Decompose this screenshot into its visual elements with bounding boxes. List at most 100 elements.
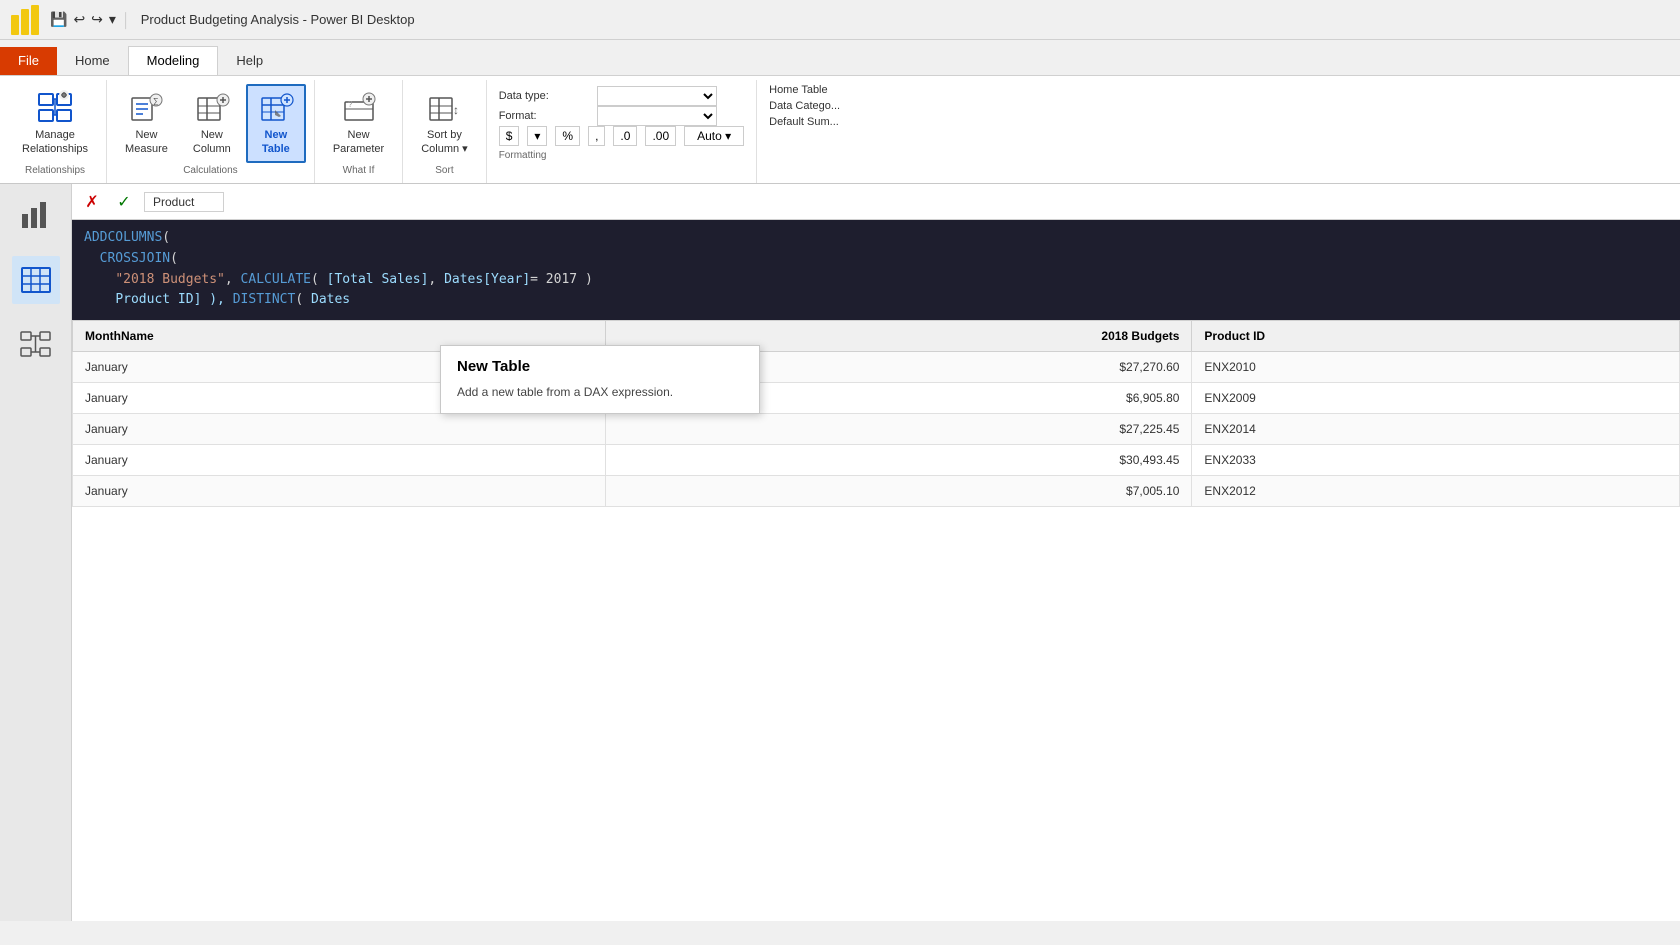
redo-icon[interactable]: ↪	[91, 11, 103, 28]
tooltip-body: Add a new table from a DAX expression.	[457, 383, 743, 401]
new-table-button[interactable]: NewTable	[246, 84, 306, 163]
decimal-decrease-button[interactable]: .00	[645, 126, 676, 146]
formula-bar: ✗ ✓ Product	[72, 184, 1680, 220]
dax-addcolumns: ADDCOLUMNS	[84, 230, 162, 245]
new-table-tooltip: New Table Add a new table from a DAX exp…	[440, 345, 760, 414]
default-sum-label: Default Sum...	[769, 116, 840, 128]
cell-budget-4: $30,493.45	[606, 445, 1192, 476]
data-table-area: MonthName 2018 Budgets Product ID Januar…	[72, 320, 1680, 921]
new-measure-icon: ∑	[128, 90, 164, 126]
sort-group-label: Sort	[435, 163, 453, 180]
dax-line-4: Product ID] ), DISTINCT( Dates	[84, 290, 1668, 311]
confirm-button[interactable]: ✓	[112, 190, 136, 214]
whatif-buttons: ? NewParameter	[323, 84, 394, 163]
new-measure-button[interactable]: ∑ NewMeasure	[115, 84, 178, 163]
divider: │	[122, 12, 131, 28]
dax-line-3: "2018 Budgets", CALCULATE( [Total Sales]…	[84, 270, 1668, 291]
ribbon-right-section: Home Table Data Catego... Default Sum...	[757, 80, 852, 183]
new-column-icon	[194, 90, 230, 126]
relationships-buttons: ManageRelationships	[12, 84, 98, 163]
table-row: January $6,905.80 ENX2009	[73, 383, 1680, 414]
ribbon-tab-bar: File Home Modeling Help	[0, 40, 1680, 76]
new-parameter-icon: ?	[341, 90, 377, 126]
dax-total-sales: [Total Sales]	[327, 272, 429, 287]
title-bar: 💾 ↩ ↪ ▾ │ Product Budgeting Analysis - P…	[0, 0, 1680, 40]
dax-distinct: DISTINCT	[233, 292, 296, 307]
home-table-label: Home Table	[769, 84, 840, 96]
sort-by-column-icon: ↕	[426, 90, 462, 126]
tab-modeling[interactable]: Modeling	[128, 46, 219, 75]
percent-button[interactable]: %	[555, 126, 580, 146]
sidebar-item-report[interactable]	[12, 192, 60, 240]
svg-text:?: ?	[348, 100, 353, 109]
datatype-dropdown[interactable]	[597, 86, 717, 106]
new-column-button[interactable]: NewColumn	[182, 84, 242, 163]
table-header-row: MonthName 2018 Budgets Product ID	[73, 321, 1680, 352]
new-parameter-label: NewParameter	[333, 128, 384, 157]
cell-budget-5: $7,005.10	[606, 476, 1192, 507]
data-table: MonthName 2018 Budgets Product ID Januar…	[72, 320, 1680, 507]
sort-buttons: ↕ Sort byColumn ▾	[411, 84, 477, 163]
cancel-button[interactable]: ✗	[80, 190, 104, 214]
tab-home[interactable]: Home	[57, 47, 128, 75]
table-view-icon	[20, 264, 52, 296]
relationships-group-label: Relationships	[25, 163, 85, 180]
cell-pid-3: ENX2014	[1192, 414, 1680, 445]
dropdown-dollar-button[interactable]: ▾	[527, 126, 547, 146]
model-view-icon	[20, 328, 52, 360]
ribbon-group-whatif: ? NewParameter What If	[315, 80, 403, 183]
undo-icon[interactable]: ↩	[73, 11, 85, 28]
dax-calculate: CALCULATE	[241, 272, 311, 287]
manage-relationships-label: ManageRelationships	[22, 128, 88, 157]
datatype-label: Data type:	[499, 90, 589, 102]
new-column-label: NewColumn	[193, 128, 231, 157]
format-buttons-row: $ ▾ % , .0 .00 Auto ▾	[499, 126, 744, 146]
sort-by-column-button[interactable]: ↕ Sort byColumn ▾	[411, 84, 477, 163]
table-row: January $30,493.45 ENX2033	[73, 445, 1680, 476]
dax-dates-year: Dates[Year]	[444, 272, 530, 287]
format-label: Format:	[499, 110, 589, 122]
left-sidebar	[0, 184, 72, 921]
auto-dropdown[interactable]: Auto ▾	[684, 126, 744, 146]
calculations-buttons: ∑ NewMeasure	[115, 84, 306, 163]
report-view-icon	[20, 200, 52, 232]
dax-formula-area[interactable]: ADDCOLUMNS( CROSSJOIN( "2018 Budgets", C…	[72, 220, 1680, 320]
cell-month-5: January	[73, 476, 606, 507]
decimal-increase-button[interactable]: .0	[613, 126, 637, 146]
new-table-label: NewTable	[262, 128, 290, 157]
dax-string-budgets: "2018 Budgets"	[115, 272, 225, 287]
sidebar-item-model[interactable]	[12, 320, 60, 368]
table-row: January $27,270.60 ENX2010	[73, 352, 1680, 383]
manage-relationships-icon	[37, 90, 73, 126]
cell-month-4: January	[73, 445, 606, 476]
new-measure-label: NewMeasure	[125, 128, 168, 157]
dax-line-1: ADDCOLUMNS(	[84, 228, 1668, 249]
save-icon[interactable]: 💾	[50, 11, 67, 28]
svg-text:∑: ∑	[153, 97, 159, 106]
new-parameter-button[interactable]: ? NewParameter	[323, 84, 394, 163]
cell-pid-2: ENX2009	[1192, 383, 1680, 414]
cell-month-3: January	[73, 414, 606, 445]
manage-relationships-button[interactable]: ManageRelationships	[12, 84, 98, 163]
window-title: Product Budgeting Analysis - Power BI De…	[141, 12, 415, 27]
table-name-field[interactable]: Product	[144, 192, 224, 212]
format-row: Format:	[499, 106, 717, 126]
cell-budget-3: $27,225.45	[606, 414, 1192, 445]
tab-file[interactable]: File	[0, 47, 57, 75]
dax-crossjoin: CROSSJOIN	[100, 251, 170, 266]
ribbon-content: ManageRelationships Relationships ∑	[0, 76, 1680, 184]
dollar-button[interactable]: $	[499, 126, 520, 146]
app-logo	[10, 5, 40, 35]
cell-pid-1: ENX2010	[1192, 352, 1680, 383]
svg-text:↕: ↕	[453, 103, 459, 117]
table-row: January $27,225.45 ENX2014	[73, 414, 1680, 445]
sidebar-item-table[interactable]	[12, 256, 60, 304]
format-dropdown[interactable]	[597, 106, 717, 126]
quick-access-icon[interactable]: ▾	[109, 11, 116, 28]
table-row: January $7,005.10 ENX2012	[73, 476, 1680, 507]
table-body: January $27,270.60 ENX2010 January $6,90…	[73, 352, 1680, 507]
dax-line-2: CROSSJOIN(	[84, 249, 1668, 270]
data-category-label: Data Catego...	[769, 100, 840, 112]
comma-button[interactable]: ,	[588, 126, 605, 146]
tab-help[interactable]: Help	[218, 47, 281, 75]
